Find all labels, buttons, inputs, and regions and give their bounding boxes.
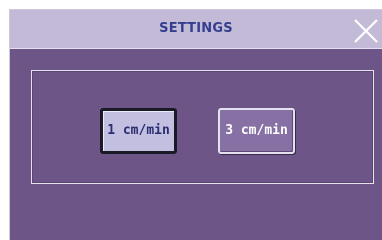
speed-option-1cm-button[interactable]: 1 cm/min (100, 108, 177, 154)
speed-option-label: 1 cm/min (107, 123, 170, 138)
close-x-icon (353, 18, 379, 44)
speed-option-3cm-button[interactable]: 3 cm/min (218, 108, 295, 154)
options-panel (31, 70, 374, 184)
dialog-titlebar: SETTINGS (10, 10, 382, 49)
close-button[interactable] (353, 18, 379, 44)
speed-option-label: 3 cm/min (225, 123, 288, 138)
dialog-title: SETTINGS (159, 21, 233, 36)
settings-dialog: SETTINGS 1 cm/min 3 cm/min (9, 9, 382, 240)
